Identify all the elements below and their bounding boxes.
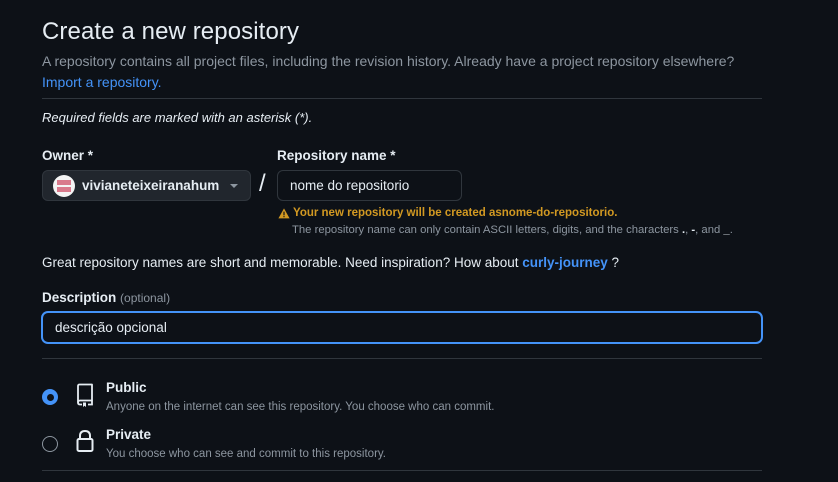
inspiration-suffix: ? bbox=[607, 255, 620, 270]
warning-suffix: . bbox=[614, 207, 618, 219]
private-description: You choose who can see and commit to thi… bbox=[106, 448, 386, 460]
public-radio[interactable] bbox=[42, 389, 58, 405]
owner-name: vivianeteixeiranahum bbox=[82, 178, 220, 193]
caret-down-icon bbox=[230, 184, 238, 188]
name-inspiration: Great repository names are short and mem… bbox=[42, 255, 619, 270]
avatar bbox=[53, 174, 75, 197]
rules-text: The repository name can only contain ASC… bbox=[292, 224, 682, 236]
import-repository-link[interactable]: Import a repository. bbox=[42, 74, 162, 90]
inspiration-text: Great repository names are short and mem… bbox=[42, 255, 523, 270]
owner-repo-separator: / bbox=[259, 170, 266, 197]
required-fields-note: Required fields are marked with an aster… bbox=[42, 110, 313, 125]
private-radio[interactable] bbox=[42, 436, 58, 452]
repository-name-label: Repository name * bbox=[277, 148, 396, 163]
public-description: Anyone on the internet can see this repo… bbox=[106, 401, 495, 413]
warning-prefix: Your new repository will be created as bbox=[293, 207, 502, 219]
page-title: Create a new repository bbox=[42, 18, 300, 45]
warning-repo-name: nome-do-repositorio bbox=[501, 207, 615, 219]
description-label-text: Description bbox=[42, 290, 117, 305]
intro-description: A repository contains all project files,… bbox=[42, 53, 735, 69]
header-divider bbox=[42, 98, 762, 99]
suggested-name-button[interactable]: curly-journey bbox=[522, 255, 608, 270]
lock-icon bbox=[76, 429, 94, 452]
repository-name-input[interactable] bbox=[277, 170, 462, 201]
intro-text: A repository contains all project files,… bbox=[42, 51, 762, 93]
public-title: Public bbox=[106, 380, 147, 395]
description-divider bbox=[42, 358, 762, 359]
alert-icon bbox=[278, 207, 290, 218]
visibility-divider bbox=[42, 470, 762, 471]
rules-and: , and bbox=[695, 224, 724, 236]
repository-name-rules: The repository name can only contain ASC… bbox=[292, 224, 733, 236]
description-input[interactable] bbox=[42, 312, 762, 343]
repo-icon bbox=[77, 383, 93, 407]
owner-select[interactable]: vivianeteixeiranahum bbox=[42, 170, 251, 201]
description-optional-tag: (optional) bbox=[120, 291, 171, 305]
description-label: Description (optional) bbox=[42, 290, 170, 305]
rules-char-dot: . bbox=[681, 224, 686, 236]
private-title: Private bbox=[106, 427, 152, 442]
repository-name-warning: Your new repository will be created as n… bbox=[278, 207, 617, 219]
rules-end: . bbox=[729, 224, 733, 236]
owner-label: Owner * bbox=[42, 148, 94, 163]
